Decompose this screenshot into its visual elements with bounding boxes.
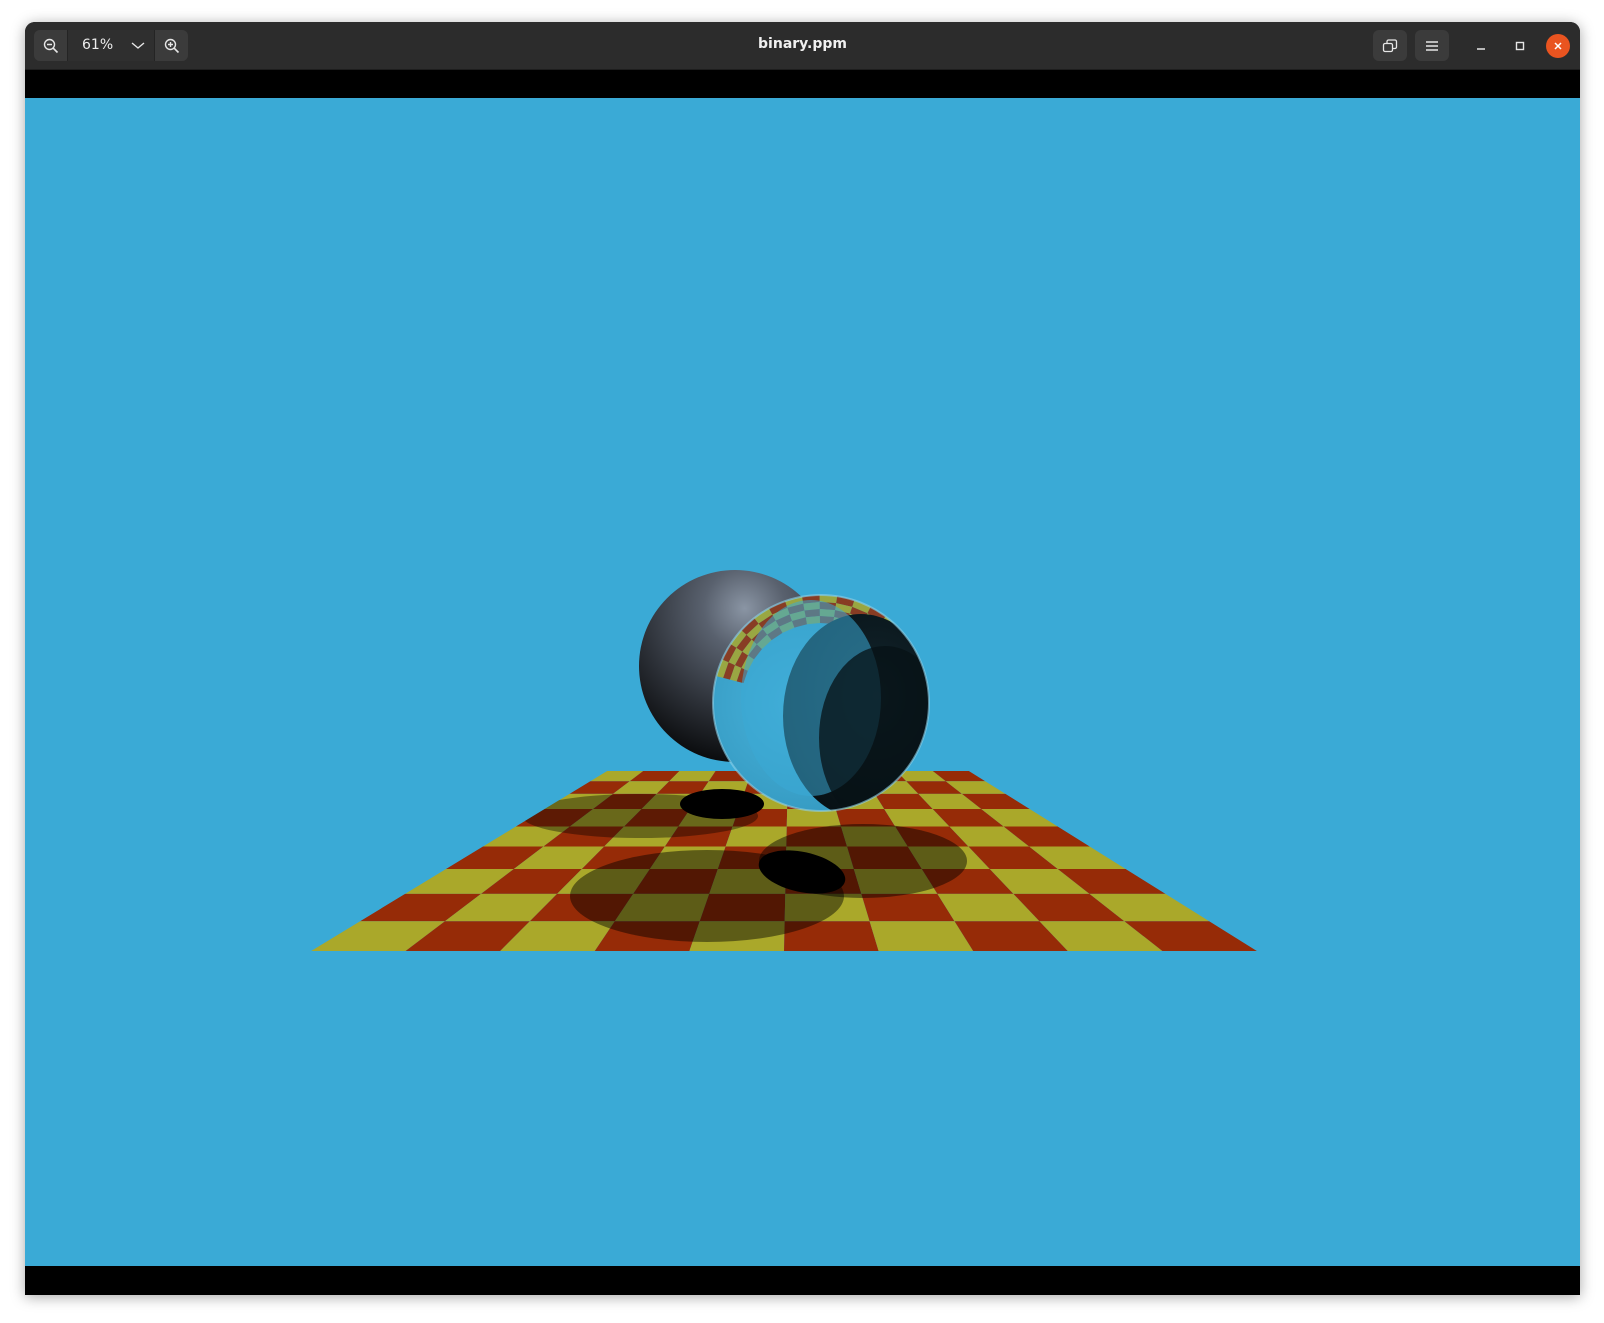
hamburger-menu-icon: [1426, 40, 1438, 51]
zoom-in-button[interactable]: [155, 30, 188, 61]
main-menu-button[interactable]: [1415, 30, 1449, 61]
close-button[interactable]: [1546, 34, 1570, 58]
minimize-icon: [1477, 48, 1485, 50]
zoom-out-button[interactable]: [34, 30, 67, 61]
zoom-level-dropdown[interactable]: 61%: [67, 30, 155, 61]
maximize-icon: [1515, 41, 1525, 51]
view-toggle-button[interactable]: [1373, 30, 1407, 61]
header-actions: [1373, 30, 1449, 61]
zoom-controls: 61%: [34, 30, 188, 61]
raytraced-render-image: [25, 98, 1580, 1266]
close-icon: [1554, 42, 1562, 50]
maximize-button[interactable]: [1508, 34, 1532, 58]
image-viewport[interactable]: [25, 70, 1580, 1295]
window-title: binary.ppm: [758, 36, 847, 52]
image-viewer-window: 61% binary.ppm: [25, 22, 1580, 1295]
chevron-down-icon: [131, 42, 145, 49]
rendered-image: [25, 98, 1580, 1266]
zoom-in-icon: [164, 38, 179, 53]
title-bar[interactable]: 61% binary.ppm: [25, 22, 1580, 70]
minimize-button[interactable]: [1469, 34, 1493, 58]
window-restore-icon: [1382, 38, 1398, 52]
zoom-out-icon: [43, 38, 58, 53]
zoom-level-value: 61%: [82, 37, 114, 53]
